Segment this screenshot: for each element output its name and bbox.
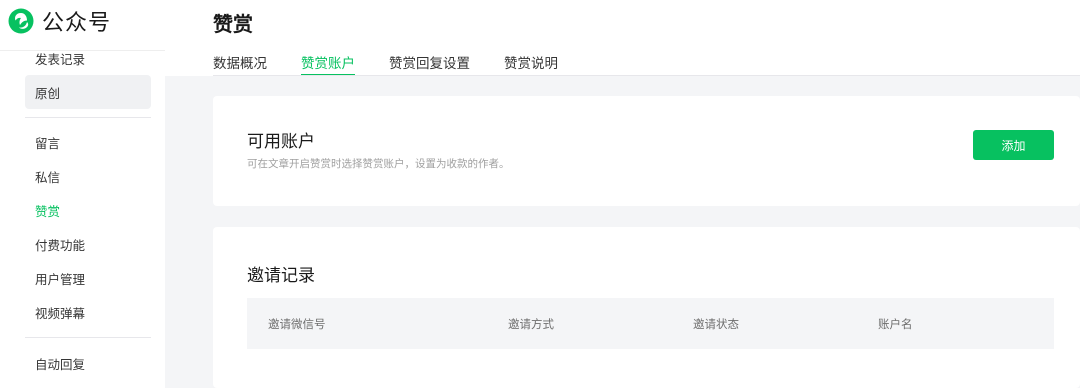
sidebar-item-comments[interactable]: 留言 bbox=[25, 125, 151, 159]
tab-reward-accounts[interactable]: 赞赏账户 bbox=[301, 52, 355, 76]
invite-table-header: 邀请微信号 邀请方式 邀请状态 账户名 bbox=[247, 298, 1054, 349]
invite-records-card: 邀请记录 邀请微信号 邀请方式 邀请状态 账户名 bbox=[213, 227, 1080, 388]
brand-logo[interactable]: 公众号 bbox=[8, 7, 112, 36]
tab-data-overview[interactable]: 数据概况 bbox=[213, 52, 267, 76]
available-accounts-title: 可用账户 bbox=[247, 132, 315, 152]
brand-name: 公众号 bbox=[42, 11, 112, 36]
sidebar-item-messages[interactable]: 私信 bbox=[25, 159, 151, 193]
invite-records-title: 邀请记录 bbox=[247, 266, 315, 286]
sidebar-divider bbox=[25, 337, 151, 338]
sidebar-item-original[interactable]: 原创 bbox=[25, 75, 151, 109]
available-accounts-description: 可在文章开启赞赏时选择赞赏账户，设置为收款的作者。 bbox=[247, 158, 510, 170]
tab-bar: 数据概况 赞赏账户 赞赏回复设置 赞赏说明 bbox=[213, 52, 592, 76]
page-title: 赞赏 bbox=[213, 12, 253, 36]
add-account-button[interactable]: 添加 bbox=[973, 130, 1054, 160]
tab-bar-divider bbox=[213, 75, 1080, 76]
column-header-invite-status: 邀请状态 bbox=[693, 317, 739, 331]
sidebar-item-paid-features[interactable]: 付费功能 bbox=[25, 227, 151, 261]
sidebar-divider bbox=[25, 117, 151, 118]
sidebar-item-publish-records[interactable]: 发表记录 bbox=[25, 41, 151, 75]
sidebar-item-video-danmaku[interactable]: 视频弹幕 bbox=[25, 295, 151, 329]
column-header-account-name: 账户名 bbox=[878, 317, 913, 331]
available-accounts-card: 可用账户 可在文章开启赞赏时选择赞赏账户，设置为收款的作者。 添加 bbox=[213, 96, 1080, 206]
tab-reward-reply-settings[interactable]: 赞赏回复设置 bbox=[389, 52, 470, 76]
column-header-invite-method: 邀请方式 bbox=[508, 317, 554, 331]
sidebar-item-rewards[interactable]: 赞赏 bbox=[25, 193, 151, 227]
wechat-oa-logo-icon bbox=[8, 8, 34, 34]
sidebar-item-user-management[interactable]: 用户管理 bbox=[25, 261, 151, 295]
sidebar-item-auto-reply[interactable]: 自动回复 bbox=[25, 346, 151, 380]
tab-reward-instructions[interactable]: 赞赏说明 bbox=[504, 52, 558, 76]
main-content: 赞赏 数据概况 赞赏账户 赞赏回复设置 赞赏说明 可用账户 可在文章开启赞赏时选… bbox=[165, 0, 1080, 388]
sidebar: 公众号 发表记录 原创 留言 私信 赞赏 付费功能 用户管理 视频弹幕 自动回复 bbox=[0, 0, 165, 388]
column-header-invite-wechat-id: 邀请微信号 bbox=[268, 317, 326, 331]
